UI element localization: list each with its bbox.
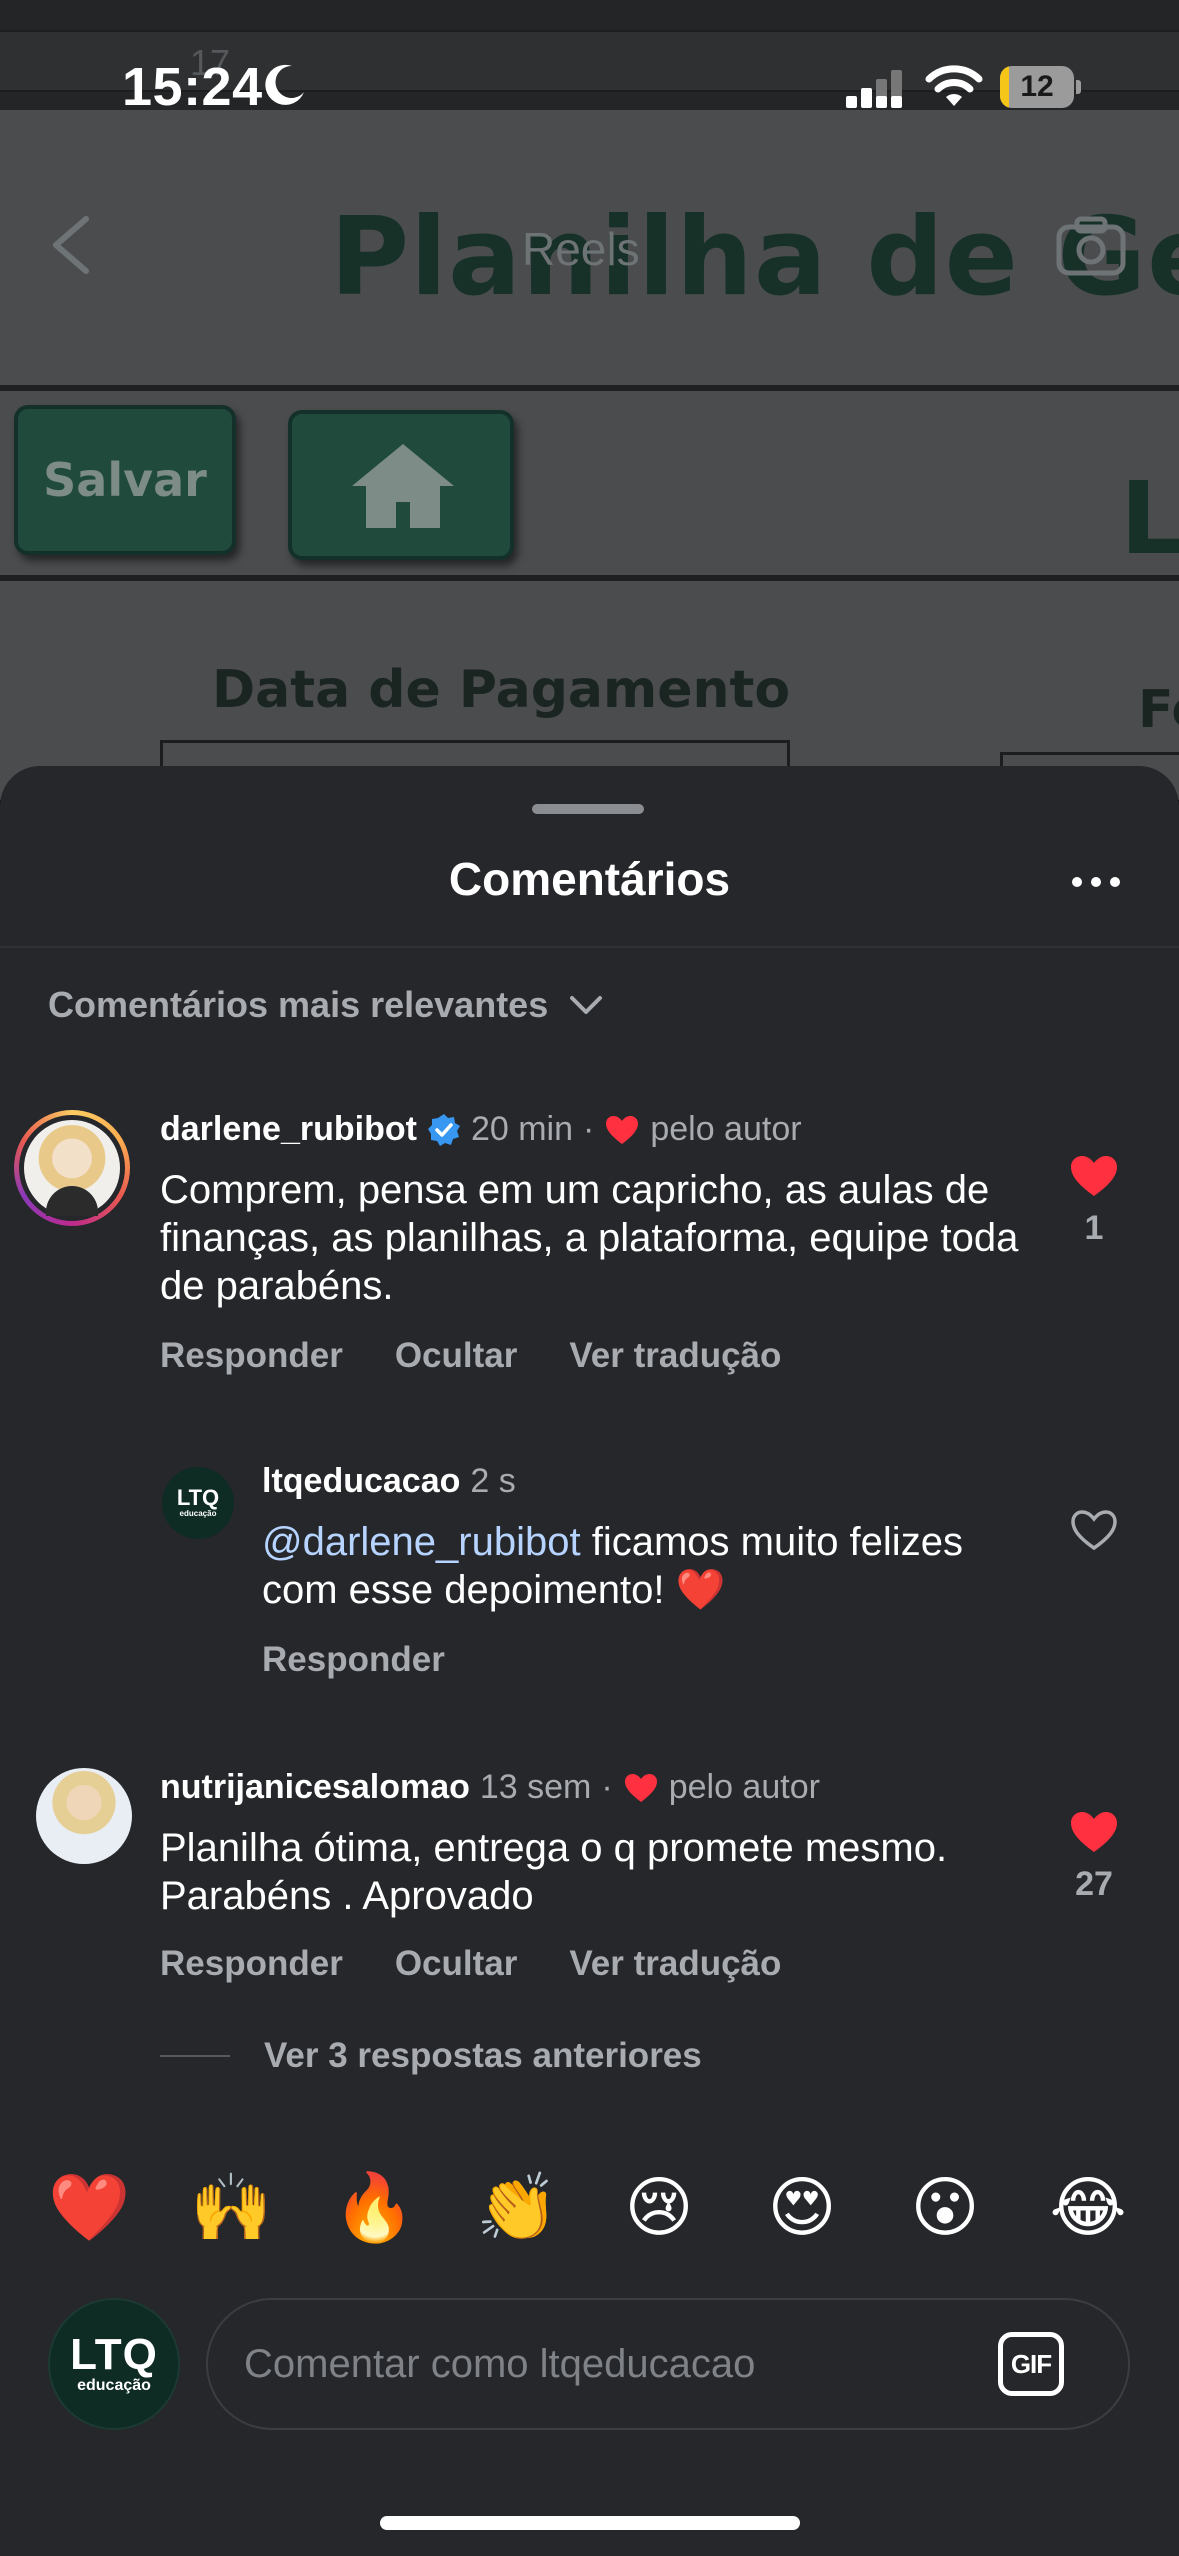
view-previous-replies-button[interactable]: Ver 3 respostas anteriores: [160, 2036, 702, 2076]
moon-icon: [265, 64, 304, 105]
battery-indicator: 12: [1000, 66, 1081, 108]
comment-header: ltqeducacao 2 s: [262, 1462, 516, 1501]
emoji-surprised[interactable]: 😮: [905, 2168, 985, 2248]
comment-actions: Responder Ocultar Ver tradução: [160, 1336, 781, 1376]
reels-header-label: Reels: [522, 223, 640, 275]
avatar[interactable]: [36, 1768, 132, 1864]
emoji-heart-eyes[interactable]: 😍: [762, 2168, 842, 2248]
emoji-laughing[interactable]: 😂: [1048, 2168, 1128, 2248]
field-label-payment-date: Data de Pagamento: [212, 660, 791, 720]
field-label-partial: Fo: [1138, 680, 1179, 740]
avatar[interactable]: LTQ educação: [162, 1467, 234, 1539]
reply-button[interactable]: Responder: [160, 1944, 343, 1984]
author-heart-icon: [606, 1115, 639, 1144]
status-time: 15:24: [122, 57, 263, 117]
heart-filled-icon: [1071, 1156, 1117, 1196]
comment-input-container: GIF: [206, 2298, 1130, 2430]
emoji-heart[interactable]: ❤️: [48, 2168, 130, 2248]
more-dot-icon: [1110, 877, 1120, 887]
emoji-clapping[interactable]: 👏: [476, 2168, 558, 2248]
like-button[interactable]: 27: [1064, 1810, 1124, 1904]
comment-text: Comprem, pensa em um capricho, as aulas …: [160, 1168, 1019, 1308]
reply-button[interactable]: Responder: [160, 1336, 343, 1376]
sheet-title: Comentários: [448, 853, 731, 905]
more-dot-icon: [1072, 877, 1082, 887]
more-options-button[interactable]: [1066, 864, 1126, 900]
sort-label: Comentários mais relevantes: [48, 984, 549, 1025]
comment-actions: Responder: [262, 1640, 445, 1680]
like-button[interactable]: [1064, 1508, 1124, 1557]
heart-filled-icon: [1071, 1812, 1117, 1852]
comment-username[interactable]: darlene_rubibot: [160, 1110, 417, 1149]
emoji-raised-hands[interactable]: 🙌: [190, 2168, 272, 2248]
liked-by-author-label: pelo autor: [668, 1768, 820, 1806]
view-replies-label: Ver 3 respostas anteriores: [264, 2036, 702, 2075]
separator-dot: ·: [601, 1768, 613, 1806]
like-button[interactable]: 1: [1064, 1154, 1124, 1248]
reply-button[interactable]: Responder: [262, 1640, 445, 1680]
comment-actions: Responder Ocultar Ver tradução: [160, 1944, 781, 1984]
separator-dot: ·: [583, 1110, 595, 1148]
partial-letter: L: [1120, 460, 1179, 577]
home-indicator: [380, 2516, 800, 2530]
like-count: 27: [1075, 1865, 1113, 1903]
comment-input[interactable]: [244, 2300, 964, 2428]
divider-line: [0, 575, 1179, 581]
avatar: [24, 1120, 120, 1216]
sheet-divider: [0, 946, 1179, 948]
emoji-fire[interactable]: 🔥: [333, 2168, 415, 2248]
cellular-signal-icon: [846, 70, 902, 108]
home-icon: [352, 444, 454, 528]
hide-button[interactable]: Ocultar: [395, 1944, 518, 1984]
comments-sheet: [0, 766, 1179, 2556]
comment-time: 2 s: [470, 1462, 516, 1500]
comment-username[interactable]: nutrijanicesalomao: [160, 1768, 470, 1807]
comment-text: @darlene_rubibot ficamos muito felizes c…: [262, 1520, 963, 1612]
comment-time: 20 min: [470, 1110, 573, 1148]
spreadsheet-title: Planilha de Gestã: [330, 195, 1179, 320]
verified-badge-icon: [427, 1113, 460, 1146]
comment-username[interactable]: ltqeducacao: [262, 1462, 460, 1501]
sort-dropdown[interactable]: Comentários mais relevantes: [48, 984, 604, 1026]
translate-button[interactable]: Ver tradução: [569, 1336, 781, 1376]
spreadsheet-save-button: Salvar: [14, 405, 236, 555]
chevron-down-icon: [570, 996, 603, 1014]
comment-text: Planilha ótima, entrega o q promete mesm…: [160, 1826, 948, 1918]
translate-button[interactable]: Ver tradução: [569, 1944, 781, 1984]
gif-button[interactable]: GIF: [998, 2332, 1064, 2396]
emoji-reaction-bar: ❤️ 🙌 🔥 👏 😢 😍 😮 😂: [0, 2168, 1179, 2252]
author-heart-icon: [624, 1773, 657, 1802]
heart-outline-icon: [1071, 1510, 1117, 1551]
wifi-icon: [925, 65, 983, 106]
like-count: 1: [1084, 1209, 1104, 1247]
comment-header: nutrijanicesalomao 13 sem · pelo autor: [160, 1768, 820, 1807]
comment-time: 13 sem: [479, 1768, 592, 1806]
user-mention[interactable]: @darlene_rubibot: [262, 1520, 581, 1564]
emoji-crying[interactable]: 😢: [619, 2168, 699, 2248]
current-user-avatar: LTQ educação: [48, 2298, 180, 2430]
hide-button[interactable]: Ocultar: [395, 1336, 518, 1376]
comment-header: darlene_rubibot 20 min · pelo autor: [160, 1110, 802, 1149]
divider-line: [0, 385, 1179, 391]
more-dot-icon: [1091, 877, 1101, 887]
camera-icon[interactable]: [1055, 215, 1127, 277]
user-avatar-story-ring[interactable]: [14, 1110, 130, 1226]
liked-by-author-label: pelo autor: [650, 1110, 802, 1148]
back-chevron-icon[interactable]: [48, 215, 94, 275]
sheet-grabber-handle[interactable]: [532, 804, 644, 814]
status-bar: 15:24 12: [0, 0, 1179, 160]
replies-divider: [160, 2055, 230, 2057]
battery-percent: 12: [1020, 70, 1054, 103]
